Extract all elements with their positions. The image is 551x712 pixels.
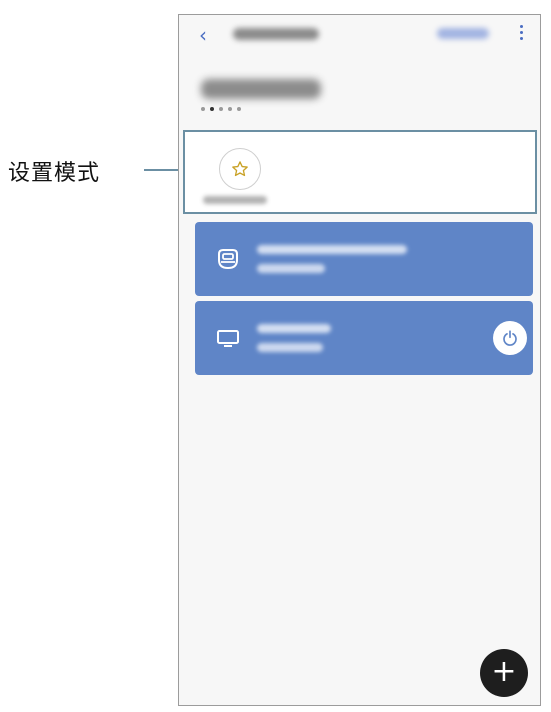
add-button[interactable]: +	[480, 649, 528, 697]
top-bar: ‹	[179, 15, 540, 55]
page-dot-active	[210, 107, 214, 111]
page-dot	[201, 107, 205, 111]
device-name-blurred	[257, 245, 407, 254]
callout-label: 设置模式	[8, 161, 101, 186]
page-dot	[219, 107, 223, 111]
mode-card[interactable]	[183, 130, 537, 214]
mode-label-blurred	[203, 196, 267, 204]
phone-screen: ‹ +	[178, 14, 541, 706]
app-title-blurred	[233, 28, 319, 40]
callout-line	[144, 169, 182, 171]
more-options-icon[interactable]	[520, 25, 524, 43]
device-card-vacuum[interactable]	[195, 222, 533, 296]
device-card-tv[interactable]	[195, 301, 533, 375]
page-indicator	[201, 107, 241, 111]
tv-icon	[215, 325, 241, 351]
device-name-blurred	[257, 324, 331, 333]
page-dot	[228, 107, 232, 111]
page-dot	[237, 107, 241, 111]
device-status-blurred	[257, 343, 323, 352]
star-icon[interactable]	[219, 148, 261, 190]
device-status-blurred	[257, 264, 325, 273]
back-icon[interactable]: ‹	[199, 25, 207, 45]
power-icon[interactable]	[493, 321, 527, 355]
topbar-action-blurred[interactable]	[437, 28, 489, 39]
location-title-blurred	[201, 79, 321, 99]
robot-vacuum-icon	[215, 246, 241, 272]
